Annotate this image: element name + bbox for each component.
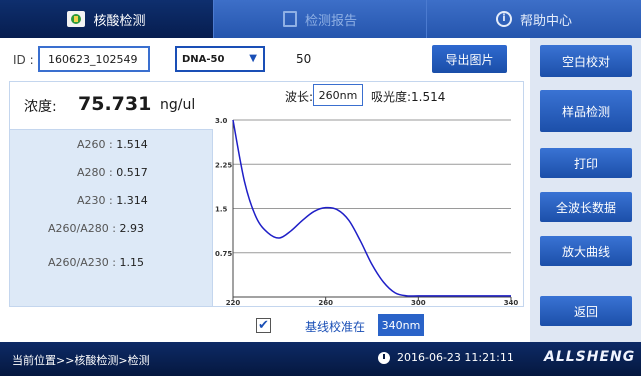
top-tab-bar: 核酸检测 检测报告 i 帮助中心 bbox=[0, 0, 641, 38]
absorbance-readout: 吸光度:1.514 bbox=[371, 88, 445, 105]
concentration-unit: ng/ul bbox=[160, 97, 196, 113]
x-tick-label: 300 bbox=[411, 299, 426, 306]
back-button[interactable]: 返回 bbox=[540, 296, 632, 326]
a230-row: A230 : 1.314 bbox=[77, 194, 148, 207]
breadcrumb: 当前位置>>核酸检测>检测 bbox=[12, 354, 150, 367]
concentration-row: 浓度: 75.731 ng/ul bbox=[10, 82, 214, 130]
y-tick-label: 0.75 bbox=[215, 250, 232, 258]
a230-value: 1.314 bbox=[116, 194, 148, 207]
factor-value: 50 bbox=[296, 52, 312, 66]
a280-row: A280 : 0.517 bbox=[77, 166, 148, 179]
tab-label: 核酸检测 bbox=[93, 13, 146, 29]
brand-logo: ALLSHENG bbox=[544, 349, 636, 365]
ratio-260-280-value: 2.93 bbox=[119, 222, 144, 235]
a280-value: 0.517 bbox=[116, 166, 148, 179]
report-icon bbox=[282, 11, 297, 27]
a280-label: A280 : bbox=[77, 166, 117, 179]
y-tick-label: 3.0 bbox=[215, 117, 228, 125]
wavelength-label: 波长: bbox=[285, 90, 314, 104]
a260-value: 1.514 bbox=[116, 138, 148, 151]
zoom-curve-button[interactable]: 放大曲线 bbox=[540, 236, 632, 266]
y-tick-label: 2.25 bbox=[215, 161, 232, 169]
baseline-wavelength-field[interactable]: 340nm bbox=[378, 314, 424, 336]
clock-icon bbox=[378, 352, 390, 364]
ratio-260-280-label: A260/A280 : bbox=[48, 222, 120, 235]
tab-test-report[interactable]: 检测报告 bbox=[213, 0, 426, 38]
concentration-value: 75.731 bbox=[78, 93, 152, 115]
tab-help-center[interactable]: i 帮助中心 bbox=[426, 0, 641, 38]
y-tick-label: 1.5 bbox=[215, 206, 228, 214]
full-wavelength-data-button[interactable]: 全波长数据 bbox=[540, 192, 632, 222]
info-icon: i bbox=[495, 11, 512, 27]
check-icon: ✔ bbox=[258, 318, 269, 333]
ratio-260-230-label: A260/A230 : bbox=[48, 256, 120, 269]
tab-label: 检测报告 bbox=[304, 13, 357, 29]
wavelength-field[interactable]: 260nm bbox=[313, 84, 363, 106]
sample-test-button[interactable]: 样品检测 bbox=[540, 90, 632, 132]
spectrum-chart[interactable]: 3.0 2.25 1.5 0.75 220 260 300 340 bbox=[213, 110, 524, 306]
blank-calibration-button[interactable]: 空白校对 bbox=[540, 45, 632, 77]
baseline-checkbox[interactable]: ✔ bbox=[256, 318, 271, 333]
ratio-260-230-row: A260/A230 : 1.15 bbox=[48, 256, 144, 269]
datetime: 2016-06-23 11:21:11 bbox=[397, 351, 514, 364]
baseline-label: 基线校准在 bbox=[305, 320, 366, 334]
a260-label: A260 : bbox=[77, 138, 117, 151]
dna-icon bbox=[67, 11, 86, 27]
concentration-label: 浓度: bbox=[24, 99, 57, 115]
absorbance-label: 吸光度: bbox=[371, 90, 412, 104]
absorbance-value: 1.514 bbox=[411, 90, 446, 104]
a260-row: A260 : 1.514 bbox=[77, 138, 148, 151]
x-tick-label: 260 bbox=[318, 299, 333, 306]
tab-nucleic-acid-test[interactable]: 核酸检测 bbox=[0, 0, 213, 38]
x-tick-label: 340 bbox=[504, 299, 519, 306]
id-label: ID : bbox=[13, 53, 34, 67]
print-button[interactable]: 打印 bbox=[540, 148, 632, 178]
sample-type-select[interactable]: DNA-50 ▼ bbox=[175, 46, 265, 72]
ratio-260-230-value: 1.15 bbox=[119, 256, 144, 269]
ratio-260-280-row: A260/A280 : 2.93 bbox=[48, 222, 144, 235]
sample-id-field[interactable]: 160623_102549 bbox=[38, 46, 150, 72]
tab-label: 帮助中心 bbox=[519, 13, 572, 29]
x-tick-label: 220 bbox=[226, 299, 241, 306]
export-image-button[interactable]: 导出图片 bbox=[432, 45, 507, 73]
sample-type-value: DNA-50 bbox=[182, 53, 225, 65]
dropdown-arrow-icon: ▼ bbox=[249, 53, 257, 64]
a230-label: A230 : bbox=[77, 194, 117, 207]
results-panel: 浓度: 75.731 ng/ul A260 : 1.514 A280 : 0.5… bbox=[9, 81, 214, 307]
